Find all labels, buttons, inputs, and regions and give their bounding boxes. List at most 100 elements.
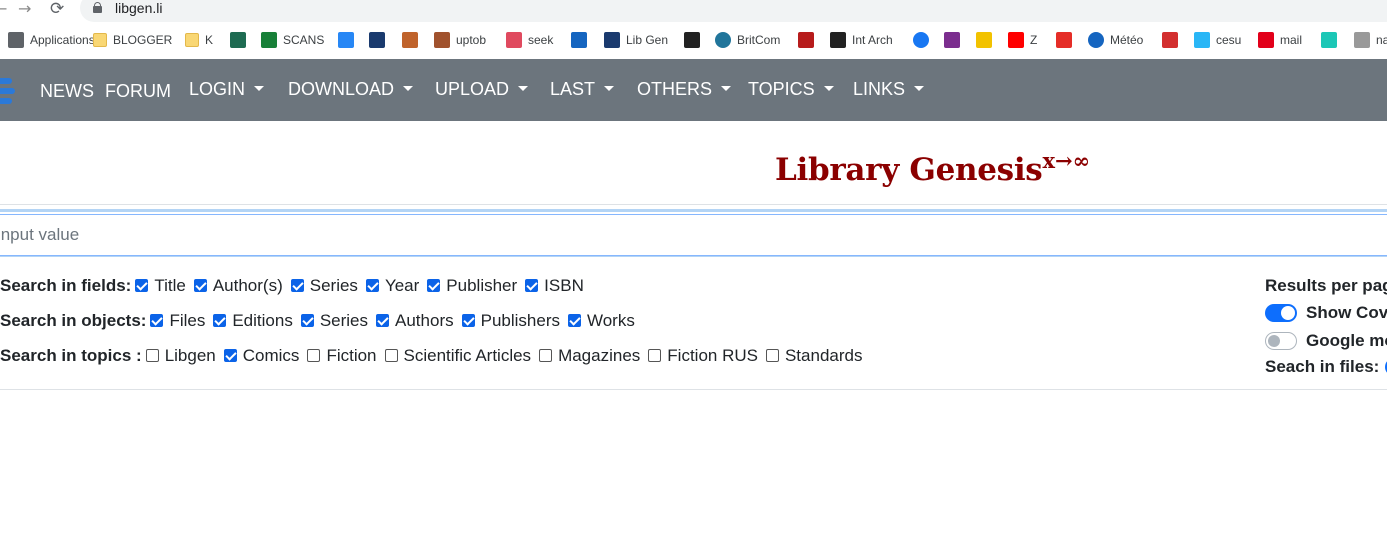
- nav-last[interactable]: LAST: [550, 79, 615, 99]
- topics-option-fiction-rus[interactable]: Fiction RUS: [648, 346, 758, 366]
- bookmark-m-t-o[interactable]: Météo: [1088, 29, 1143, 51]
- bookmark-britcom[interactable]: BritCom: [715, 29, 780, 51]
- bookmark-item[interactable]: [913, 29, 929, 51]
- bookmark-item[interactable]: [338, 29, 354, 51]
- fields-option-author-s[interactable]: Author(s): [193, 276, 283, 296]
- bookmark-label: na: [1376, 33, 1387, 47]
- objects-label: Search in objects:: [0, 311, 147, 330]
- bookmark-int-arch[interactable]: Int Arch: [830, 29, 893, 51]
- search-input[interactable]: [0, 214, 1387, 256]
- checkbox-checked-icon[interactable]: [365, 278, 379, 292]
- search-objects-row: Search in objects: Files Editions Series Aut…: [0, 310, 643, 332]
- checkbox-icon[interactable]: [648, 348, 662, 362]
- site-icon: [944, 32, 960, 48]
- option-label: Publishers: [480, 311, 560, 330]
- bookmark-item[interactable]: [684, 29, 700, 51]
- nav-login[interactable]: LOGIN: [189, 79, 265, 99]
- option-label: Editions: [232, 311, 293, 330]
- fields-option-title[interactable]: Title: [135, 276, 186, 296]
- nav-label: DOWNLOAD: [288, 79, 395, 99]
- url-text[interactable]: libgen.li: [115, 0, 162, 17]
- bookmark-item[interactable]: [1056, 29, 1072, 51]
- lock-icon[interactable]: [93, 2, 102, 13]
- nav-news[interactable]: NEWS: [40, 81, 94, 101]
- option-label: Fiction: [326, 346, 377, 365]
- search-topics-row: Search in topics : Libgen Comics Fiction Sci…: [0, 345, 870, 367]
- topics-option-standards[interactable]: Standards: [765, 346, 862, 366]
- nav-download[interactable]: DOWNLOAD: [288, 79, 414, 99]
- caret-down-icon: [403, 85, 414, 91]
- checkbox-checked-icon[interactable]: [300, 313, 314, 327]
- checkbox-icon[interactable]: [765, 348, 779, 362]
- play-icon: [1056, 32, 1072, 48]
- divider: [0, 204, 1387, 205]
- checkbox-checked-icon[interactable]: [213, 313, 227, 327]
- checkbox-checked-icon[interactable]: [567, 313, 581, 327]
- objects-option-authors[interactable]: Authors: [376, 311, 454, 331]
- bookmark-applications[interactable]: Applications: [8, 29, 95, 51]
- show-covers-toggle[interactable]: [1265, 304, 1297, 322]
- bookmark-item[interactable]: [1321, 29, 1337, 51]
- nav-upload[interactable]: UPLOAD: [435, 79, 529, 99]
- site-title-text: Library Genesis: [775, 152, 1043, 188]
- objects-option-files[interactable]: Files: [150, 311, 205, 331]
- checkbox-checked-icon[interactable]: [376, 313, 390, 327]
- objects-option-series[interactable]: Series: [300, 311, 368, 331]
- checkbox-checked-icon[interactable]: [223, 348, 237, 362]
- checkbox-icon[interactable]: [539, 348, 553, 362]
- bookmark-item[interactable]: [944, 29, 960, 51]
- objects-option-publishers[interactable]: Publishers: [461, 311, 560, 331]
- nav-forum[interactable]: FORUM: [105, 81, 171, 101]
- checkbox-checked-icon[interactable]: [461, 313, 475, 327]
- bookmark-item[interactable]: [1162, 29, 1178, 51]
- checkbox-checked-icon[interactable]: [150, 313, 164, 327]
- option-label: Series: [309, 276, 358, 295]
- nav-topics[interactable]: TOPICS: [748, 79, 834, 99]
- bookmark-seek[interactable]: seek: [506, 29, 553, 51]
- topics-option-comics[interactable]: Comics: [223, 346, 299, 366]
- address-bar[interactable]: [80, 0, 1387, 22]
- fields-option-year[interactable]: Year: [365, 276, 419, 296]
- fields-option-isbn[interactable]: ISBN: [525, 276, 584, 296]
- bookmark-cesu[interactable]: cesu: [1194, 29, 1241, 51]
- bookmark-uptob[interactable]: uptob: [434, 29, 486, 51]
- checkbox-icon[interactable]: [145, 348, 159, 362]
- bookmark-mail[interactable]: mail: [1258, 29, 1302, 51]
- checkbox-icon[interactable]: [307, 348, 321, 362]
- topics-option-magazines[interactable]: Magazines: [539, 346, 640, 366]
- caret-down-icon: [604, 85, 615, 91]
- bookmark-blogger[interactable]: BLOGGER: [93, 29, 172, 51]
- back-arrow-icon[interactable]: ←: [0, 0, 7, 18]
- checkbox-icon[interactable]: [384, 348, 398, 362]
- bookmark-scans[interactable]: SCANS: [261, 29, 324, 51]
- bookmark-k[interactable]: K: [185, 29, 213, 51]
- libgen-logo-icon[interactable]: [0, 76, 15, 106]
- nav-links[interactable]: LINKS: [853, 79, 925, 99]
- checkbox-checked-icon[interactable]: [193, 278, 207, 292]
- topics-option-scientific-articles[interactable]: Scientific Articles: [384, 346, 531, 366]
- google-mode-toggle[interactable]: [1265, 332, 1297, 350]
- bookmark-item[interactable]: [976, 29, 992, 51]
- fields-option-publisher[interactable]: Publisher: [427, 276, 517, 296]
- nav-others[interactable]: OTHERS: [637, 79, 732, 99]
- site-title[interactable]: Library Genesisx→∞: [775, 148, 1090, 193]
- bookmark-item[interactable]: [571, 29, 587, 51]
- objects-option-works[interactable]: Works: [567, 311, 635, 331]
- bookmark-lib-gen[interactable]: Lib Gen: [604, 29, 668, 51]
- bookmark-na[interactable]: na: [1354, 29, 1387, 51]
- bookmark-item[interactable]: [369, 29, 385, 51]
- checkbox-checked-icon[interactable]: [290, 278, 304, 292]
- topics-option-libgen[interactable]: Libgen: [145, 346, 216, 366]
- checkbox-checked-icon[interactable]: [525, 278, 539, 292]
- checkbox-checked-icon[interactable]: [427, 278, 441, 292]
- objects-option-editions[interactable]: Editions: [213, 311, 293, 331]
- bookmark-z[interactable]: Z: [1008, 29, 1037, 51]
- bookmark-item[interactable]: [402, 29, 418, 51]
- checkbox-checked-icon[interactable]: [135, 278, 149, 292]
- forward-arrow-icon[interactable]: →: [18, 0, 31, 18]
- bookmark-item[interactable]: [798, 29, 814, 51]
- bookmark-item[interactable]: [230, 29, 246, 51]
- reload-icon[interactable]: ⟳: [50, 0, 64, 18]
- topics-option-fiction[interactable]: Fiction: [307, 346, 377, 366]
- fields-option-series[interactable]: Series: [290, 276, 358, 296]
